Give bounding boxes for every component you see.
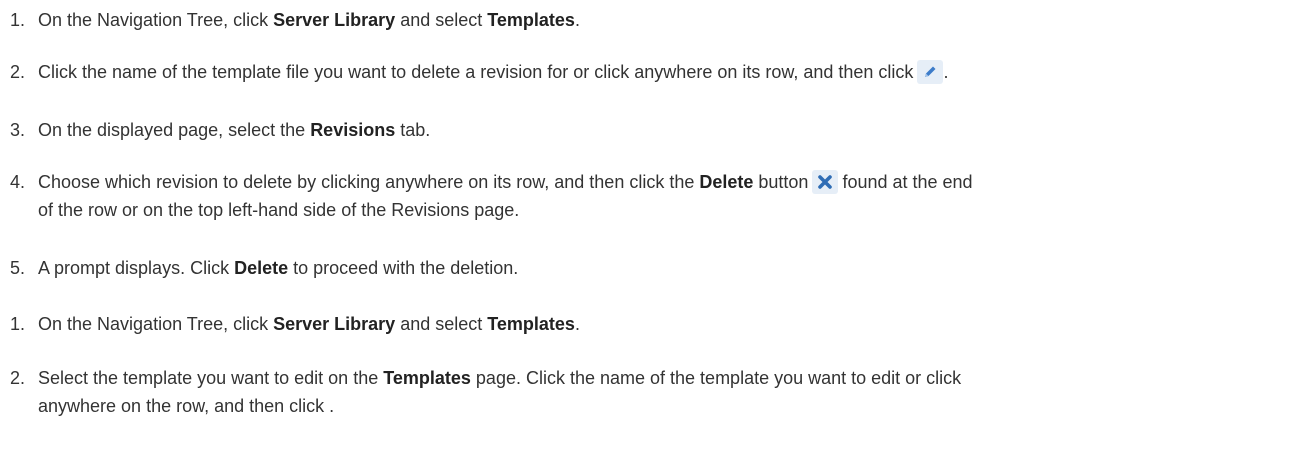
bold-term: Delete (234, 258, 289, 278)
bold-term: Server Library (273, 10, 396, 30)
step-text: Select the template you want to edit on … (38, 368, 962, 416)
bold-term: Server Library (273, 314, 396, 334)
step-text: On the Navigation Tree, click Server Lib… (38, 314, 580, 334)
step-text: Click the name of the template file you … (38, 60, 949, 84)
step-number: 1. (10, 314, 26, 334)
step-text: Choose which revision to delete by click… (38, 170, 973, 220)
step-text: On the displayed page, select the Revisi… (38, 120, 431, 140)
list-item: 4. Choose which revision to delete by cl… (10, 168, 1300, 230)
bold-term: Templates (383, 368, 471, 388)
step-number: 3. (10, 120, 26, 140)
step-number: 4. (10, 172, 26, 192)
step-number: 2. (10, 368, 26, 388)
step-text: A prompt displays. Click Delete to proce… (38, 258, 519, 278)
step-text: On the Navigation Tree, click Server Lib… (38, 10, 580, 30)
list-item: 2. Select the template you want to edit … (10, 364, 1300, 426)
bold-term: Delete (699, 172, 754, 192)
edit-pencil-icon (917, 60, 944, 84)
step-number: 2. (10, 62, 26, 82)
bold-term: Templates (487, 10, 575, 30)
delete-x-icon (812, 170, 839, 194)
bold-term: Revisions (310, 120, 396, 140)
step-number: 5. (10, 258, 26, 278)
step-number: 1. (10, 10, 26, 30)
bold-term: Templates (487, 314, 575, 334)
